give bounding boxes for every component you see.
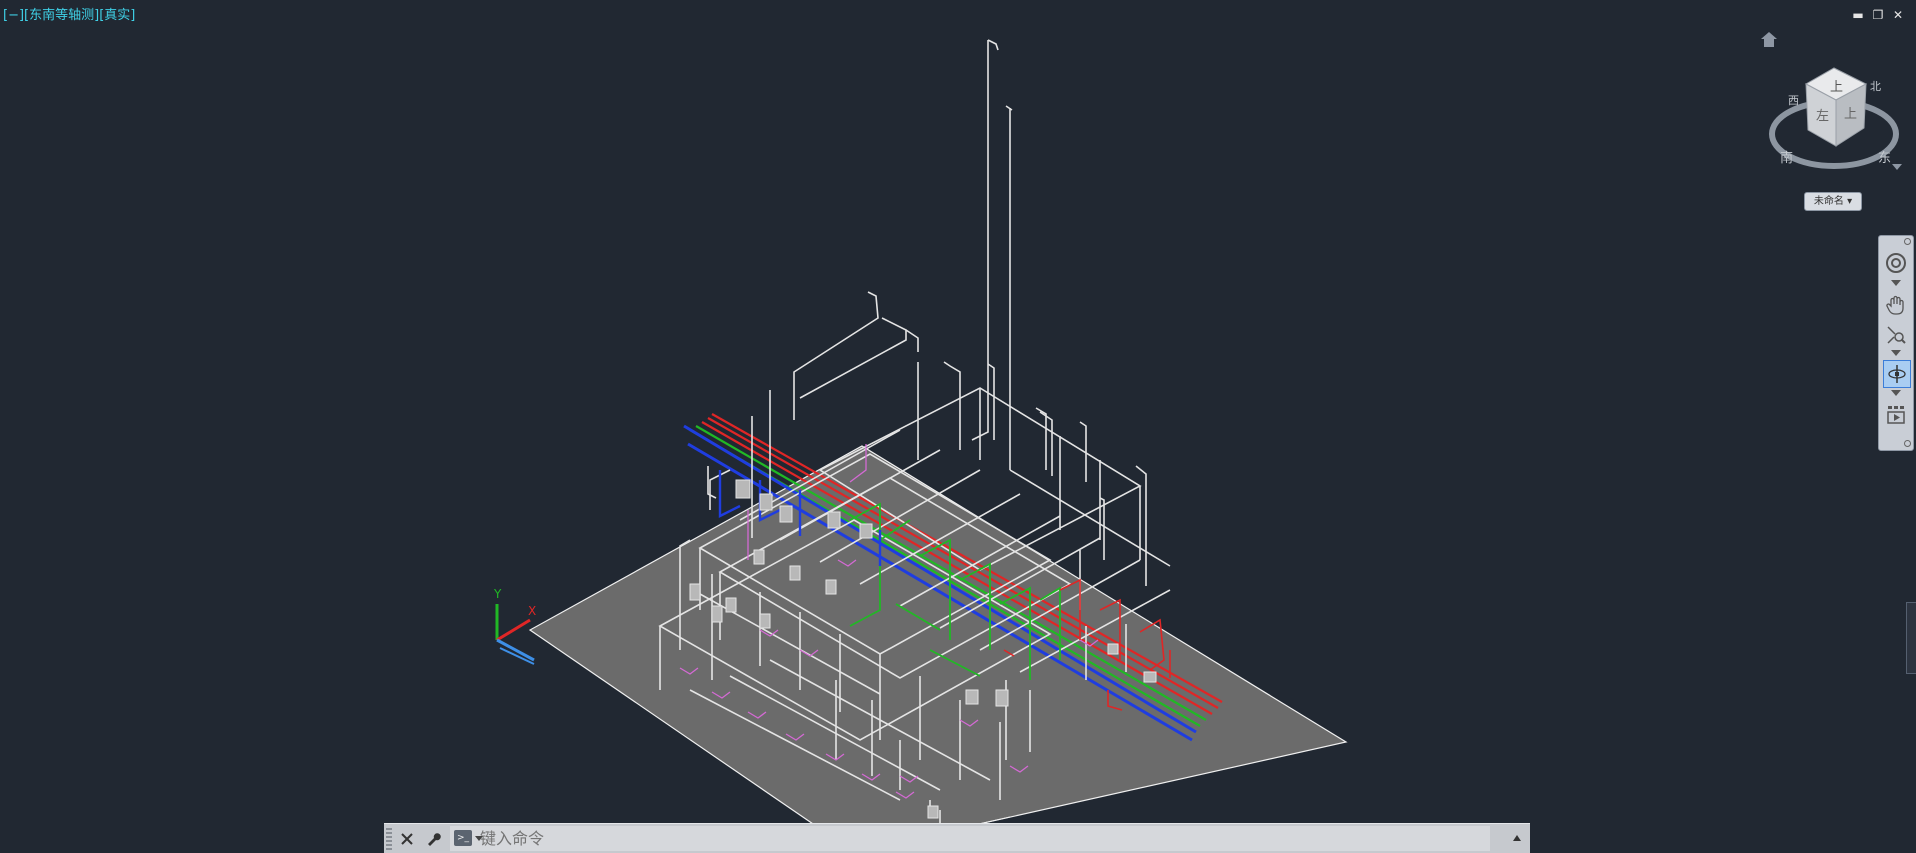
steering-wheel-icon[interactable] — [1883, 250, 1909, 276]
view-menu[interactable]: [东南等轴测] — [24, 8, 99, 23]
zoom-extents-icon[interactable] — [1883, 322, 1909, 348]
viewport-minimize-button[interactable]: ▬ — [1849, 6, 1867, 24]
command-line-grip[interactable] — [386, 828, 392, 850]
pipe-model-scene: Y X — [493, 39, 1348, 852]
viewport-restore-button[interactable]: ❐ — [1869, 6, 1887, 24]
wrench-icon[interactable] — [422, 828, 444, 850]
model-viewport[interactable]: Y X [−][东南等轴测][真实] ▬ ❐ ✕ 上 左 上 北 西 南 东 未… — [0, 0, 1916, 852]
visual-style-menu[interactable]: [真实] — [99, 8, 135, 23]
ucs-y-label: Y — [493, 587, 502, 601]
steering-wheel-dropdown-icon[interactable] — [1891, 280, 1901, 286]
navbar-options-icon[interactable] — [1904, 440, 1911, 447]
home-icon[interactable] — [1759, 30, 1779, 50]
side-scroll-indicator[interactable] — [1906, 602, 1916, 674]
close-icon[interactable] — [396, 828, 418, 850]
navbar-close-icon[interactable] — [1904, 238, 1911, 245]
viewport-controls-label: [−][东南等轴测][真实] — [3, 4, 135, 23]
viewcube-face-right: 上 — [1844, 107, 1857, 122]
pan-icon[interactable] — [1883, 292, 1909, 318]
compass-west: 西 — [1788, 94, 1799, 107]
compass-south: 南 — [1780, 150, 1793, 166]
command-history-expand-icon[interactable] — [1510, 831, 1524, 845]
compass-east: 东 — [1878, 151, 1891, 166]
recent-commands-dropdown-icon[interactable] — [475, 836, 483, 841]
viewcube-face-front: 左 — [1816, 109, 1829, 124]
command-prompt-icon[interactable]: >_ — [454, 830, 472, 846]
orbit-dropdown-icon[interactable] — [1891, 390, 1901, 396]
ucs-x-label: X — [528, 604, 536, 618]
viewport-close-button[interactable]: ✕ — [1889, 6, 1907, 24]
command-line: >_ — [384, 823, 1530, 853]
viewcube-face-top: 上 — [1830, 80, 1843, 95]
showmotion-icon[interactable] — [1883, 402, 1909, 428]
ucs-menu-button[interactable]: 未命名 ▾ — [1804, 192, 1862, 211]
viewport-menu[interactable]: [−] — [3, 8, 24, 23]
orbit-icon[interactable] — [1883, 360, 1911, 388]
zoom-dropdown-icon[interactable] — [1891, 350, 1901, 356]
compass-north: 北 — [1870, 80, 1881, 93]
navigation-bar — [1878, 235, 1914, 451]
viewcube[interactable]: 上 左 上 北 西 南 东 — [1766, 58, 1906, 188]
command-input[interactable] — [450, 826, 1490, 851]
